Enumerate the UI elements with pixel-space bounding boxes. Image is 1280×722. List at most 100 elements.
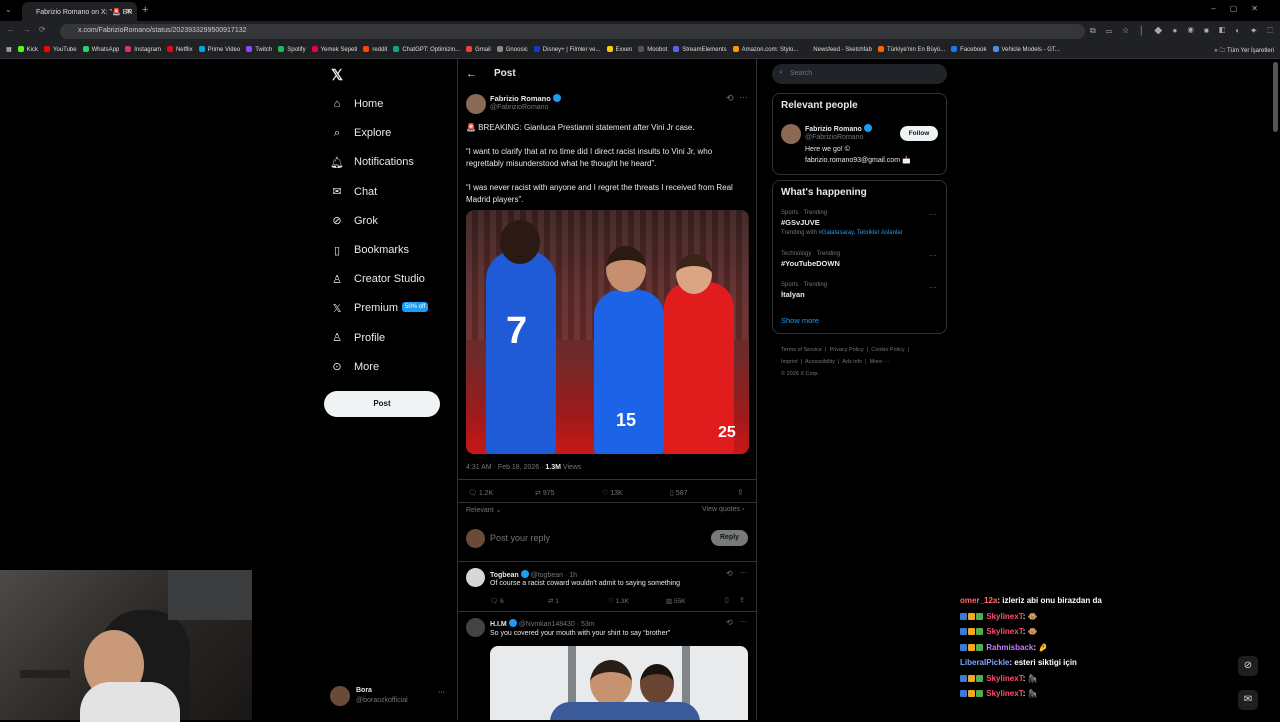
bookmark-item[interactable]: Kick — [17, 46, 38, 53]
nav-item-chat[interactable]: ✉ Chat — [330, 181, 377, 203]
new-tab-button[interactable]: + — [142, 4, 148, 16]
chat-username[interactable]: SkylinexT — [986, 627, 1022, 636]
repost-action[interactable]: ⇄ 975 — [535, 489, 555, 497]
more-dots-icon[interactable]: ··· — [739, 617, 747, 626]
relevant-avatar[interactable] — [781, 124, 801, 144]
trend-extra-link[interactable]: #Galatasaray, Tebrikler Aslanlar — [818, 230, 902, 236]
more-dots-icon[interactable]: ··· — [929, 251, 937, 260]
share-icon[interactable]: ⇪ — [737, 488, 744, 497]
chat-username[interactable]: omer_12a — [960, 596, 997, 605]
relevant-email[interactable]: fabrizio.romano93@gmail.com 📩 — [805, 156, 911, 164]
more-dots-icon[interactable]: ··· — [929, 210, 937, 219]
bookmark-item[interactable]: Exxen — [606, 46, 632, 53]
nav-item-notifications[interactable]: 🔔︎ Notifications — [330, 151, 414, 173]
bookmark-item[interactable]: reddit — [363, 46, 387, 53]
bookmark-icon[interactable]: ▯ — [725, 596, 729, 604]
show-more-link[interactable]: Show more — [781, 316, 819, 325]
bookmark-item[interactable]: ChatGPT: Optimizin... — [393, 46, 460, 53]
grok-icon[interactable]: ⊘ — [1238, 656, 1258, 676]
back-arrow-icon[interactable]: ← — [466, 68, 477, 80]
bookmark-item[interactable]: Moobot — [638, 46, 667, 53]
bookmark-item[interactable]: Gnoosic — [496, 46, 528, 53]
nav-item-grok[interactable]: ⊘ Grok — [330, 210, 377, 232]
tab-search-icon[interactable]: ⌄ — [5, 5, 12, 14]
follow-button[interactable]: Follow — [900, 126, 938, 141]
grok-icon[interactable]: ⟲ — [726, 618, 733, 627]
view-quotes-link[interactable]: View quotes › — [702, 506, 744, 513]
bookmark-item[interactable]: Gmail — [466, 46, 491, 53]
nav-item-creator-studio[interactable]: ♙ Creator Studio — [330, 268, 425, 290]
grok-icon[interactable]: ⟲ — [726, 93, 734, 104]
chat-username[interactable]: SkylinexT — [986, 674, 1022, 683]
reply-photo[interactable] — [490, 646, 748, 720]
nav-item-profile[interactable]: ♙ Profile — [330, 327, 385, 349]
mail-icon[interactable]: ✉ — [1238, 690, 1258, 710]
extensions-icons[interactable]: ⧉ ▭ ☆ │ ◆ ● ◉ ■ ◧ ◐ ✦ ⬚ ◯ ⋮ — [1090, 26, 1280, 36]
search-input[interactable]: ⌕ Search — [772, 64, 947, 84]
bookmark-item[interactable]: StreamElements — [673, 46, 727, 53]
bookmark-action[interactable]: ▯ 587 — [670, 489, 688, 497]
x-logo-icon[interactable]: 𝕏 — [331, 66, 343, 84]
nav-item-premium[interactable]: 𝕏 Premium — [330, 297, 398, 319]
bookmark-item[interactable]: Türkiye'nin En Büyü... — [877, 46, 945, 53]
nav-buttons[interactable]: ←→⟳ — [7, 25, 54, 34]
bookmark-item[interactable]: Yemek Sepeti — [311, 46, 357, 53]
trend-item[interactable]: Sports · Trending #GSvJUVE Trending with… — [781, 210, 941, 236]
nav-item-explore[interactable]: ⌕ Explore — [330, 122, 391, 144]
reply-action[interactable]: 🗨︎ 6 — [490, 597, 504, 605]
bookmark-item[interactable]: Facebook — [951, 46, 987, 53]
chat-username[interactable]: SkylinexT — [986, 689, 1022, 698]
bookmark-item[interactable]: Spotify — [278, 46, 306, 53]
scrollbar-thumb[interactable] — [1273, 62, 1278, 132]
nav-item-home[interactable]: ⌂ Home — [330, 93, 384, 115]
address-bar[interactable]: x.com/FabrizioRomano/status/202393329950… — [60, 24, 1085, 39]
apps-icon[interactable]: ▦ — [6, 46, 12, 53]
reply-author[interactable]: Togbean — [490, 572, 519, 579]
browser-tab[interactable]: Fabrizio Romano on X: "🚨 BR ✕ — [22, 2, 137, 21]
views-action[interactable]: ▥ 55K — [666, 597, 686, 605]
footer-row[interactable]: Imprint | Accessibility | Ads info | Mor… — [781, 356, 909, 368]
bookmark-item[interactable]: Netflix — [166, 46, 193, 53]
chat-username[interactable]: Rahmisback — [986, 643, 1033, 652]
bookmark-item[interactable]: YouTube — [44, 46, 77, 53]
nav-item-more[interactable]: ⊙ More — [330, 356, 379, 378]
like-action[interactable]: ♡ 1.3K — [608, 597, 629, 605]
bookmark-item[interactable]: Disney+ | Filmler ve... — [533, 46, 601, 53]
relevant-name[interactable]: Fabrizio Romano — [805, 124, 872, 133]
trend-item[interactable]: Technology · Trending #YouTubeDOWN — [781, 251, 941, 268]
post-button[interactable]: Post — [324, 391, 440, 417]
bookmark-item[interactable]: Vehicle Models - GT... — [992, 46, 1060, 53]
footer-links[interactable]: Terms of Service | Privacy Policy | Cook… — [781, 344, 909, 380]
trend-item[interactable]: Sports · Trending İtalyan — [781, 282, 941, 299]
chat-username[interactable]: LiberalPickle — [960, 658, 1009, 667]
like-action[interactable]: ♡ 13K — [602, 489, 623, 497]
more-dots-icon[interactable]: ··· — [929, 283, 937, 292]
share-icon[interactable]: ⇪ — [739, 596, 745, 604]
bookmark-item[interactable]: Amazon.com: Stylo... — [732, 46, 798, 53]
tab-close-icon[interactable]: ✕ — [125, 7, 132, 16]
account-switcher[interactable]: Bora @boraozkofficial ··· — [330, 686, 450, 708]
window-controls[interactable]: –▢✕ — [1211, 4, 1272, 13]
grok-icon[interactable]: ⟲ — [726, 569, 733, 578]
bookmark-item[interactable]: Prime Video — [198, 46, 240, 53]
tweet-photo[interactable]: 7 15 25 — [466, 210, 749, 454]
reply-action[interactable]: 🗨︎ 1.2K — [468, 489, 493, 497]
chat-username[interactable]: SkylinexT — [986, 612, 1022, 621]
nav-item-bookmarks[interactable]: ▯ Bookmarks — [330, 239, 409, 261]
reply-avatar[interactable] — [466, 618, 485, 637]
bookmark-item[interactable]: Twitch — [246, 46, 272, 53]
bookmark-item[interactable]: Newsfeed - Sketchfab — [804, 46, 872, 53]
more-dots-icon[interactable]: ··· — [739, 92, 748, 102]
reply-button[interactable]: Reply — [711, 530, 748, 546]
all-bookmarks[interactable]: » 🗀 Tüm Yer İşaretleri — [1214, 46, 1274, 56]
repost-action[interactable]: ⇄ 1 — [548, 597, 559, 605]
reply-author[interactable]: H.I.M — [490, 621, 507, 628]
bookmark-item[interactable]: WhatsApp — [82, 46, 119, 53]
reply-avatar[interactable] — [466, 568, 485, 587]
reply-input[interactable] — [490, 530, 700, 546]
more-dots-icon[interactable]: ··· — [739, 568, 747, 577]
author-name[interactable]: Fabrizio Romano — [490, 94, 561, 103]
author-avatar[interactable] — [466, 94, 486, 114]
bookmark-item[interactable]: Instagram — [125, 46, 161, 53]
sort-relevant-dropdown[interactable]: Relevant ⌄ — [466, 506, 501, 514]
